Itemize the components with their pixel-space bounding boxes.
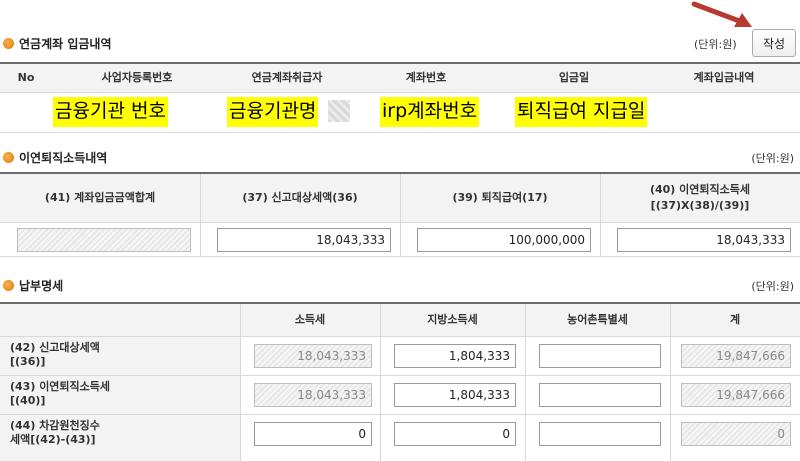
rural-tax-input[interactable]: [539, 344, 661, 368]
deferred-tax-input[interactable]: 18,043,333: [617, 228, 791, 252]
income-tax-field: 18,043,333: [254, 344, 372, 368]
section-bullet-icon: [3, 152, 14, 163]
retirement-pay-input[interactable]: 100,000,000: [417, 228, 591, 252]
divider: [0, 92, 800, 93]
col-pension-handler: 연금계좌취급자: [251, 71, 323, 84]
row-label-line: (43) 이연퇴직소득세: [10, 380, 111, 393]
divider: [0, 256, 800, 257]
income-tax-input[interactable]: 0: [254, 422, 372, 446]
unit-label: (단위:원): [751, 280, 794, 293]
col-account-number: 계좌번호: [405, 71, 447, 84]
col-deposit-date: 입금일: [558, 71, 590, 84]
col-business-number: 사업자등록번호: [101, 71, 173, 84]
highlight-irp-account: irp계좌번호: [380, 97, 480, 127]
col-income-tax: 소득세: [294, 313, 326, 326]
row-label-line: (44) 차감원천징수: [10, 419, 100, 432]
row-label-line: [(40)]: [10, 394, 46, 407]
highlight-payment-date: 퇴직급여 지급일: [515, 97, 648, 127]
divider: [0, 414, 800, 415]
total-field: 0: [681, 422, 791, 446]
divider: [0, 132, 800, 133]
blurred-text: [328, 100, 350, 122]
local-tax-input[interactable]: 1,804,333: [394, 344, 516, 368]
highlight-institution-number: 금융기관 번호: [53, 97, 168, 127]
rural-tax-input[interactable]: [539, 422, 661, 446]
unit-label: (단위:원): [694, 38, 737, 51]
section-bullet-icon: [3, 38, 14, 49]
row-label-line: [(36)]: [10, 355, 46, 368]
section-pension-deposit: 연금계좌 입금내역: [0, 34, 800, 54]
col-no: No: [17, 71, 35, 84]
section-bullet-icon: [3, 280, 14, 291]
section-title: 연금계좌 입금내역: [19, 37, 112, 51]
row-label-line: (42) 신고대상세액: [10, 341, 100, 354]
total-field: 19,847,666: [681, 344, 791, 368]
col-deferred-tax: (40) 이연퇴직소득세: [649, 183, 751, 196]
col-reported-tax: (37) 신고대상세액(36): [242, 191, 358, 204]
total-field: 19,847,666: [681, 383, 791, 407]
divider: [400, 174, 401, 256]
highlight-institution-name: 금융기관명: [227, 97, 319, 127]
reported-tax-input[interactable]: 18,043,333: [217, 228, 391, 252]
divider: [0, 375, 800, 376]
local-tax-input[interactable]: 0: [394, 422, 516, 446]
col-total: 계: [729, 313, 741, 326]
section-deferred-retirement: 이연퇴직소득내역 (단위:원): [0, 148, 800, 168]
divider: [525, 304, 526, 461]
col-retirement-pay: (39) 퇴직급여(17): [452, 191, 548, 204]
divider: [200, 174, 201, 256]
col-rural-special-tax: 농어촌특별세: [567, 313, 628, 326]
col-deferred-tax-formula: [(37)X(38)/(39)]: [650, 199, 750, 212]
col-local-income-tax: 지방소득세: [427, 313, 478, 326]
divider: [380, 304, 381, 461]
local-tax-input[interactable]: 1,804,333: [394, 383, 516, 407]
write-button[interactable]: 작성: [752, 29, 796, 57]
row-label-reported-tax: (42) 신고대상세액 [(36)]: [10, 341, 100, 369]
row-label-withholding-tax: (44) 차감원천징수 세액[(42)-(43)]: [10, 419, 100, 447]
row-label-deferred-tax: (43) 이연퇴직소득세 [(40)]: [10, 380, 110, 408]
divider: [0, 336, 800, 337]
section-title: 이연퇴직소득내역: [19, 151, 108, 165]
income-tax-field: 18,043,333: [254, 383, 372, 407]
divider: [0, 222, 800, 223]
red-arrow-annotation: [691, 1, 752, 27]
col-account-deposit-total: (41) 계좌입금금액합계: [44, 191, 156, 204]
section-title: 납부명세: [19, 279, 64, 293]
unit-label: (단위:원): [751, 152, 794, 165]
divider: [670, 304, 671, 461]
col-deposit-detail: 계좌입금내역: [693, 71, 755, 84]
account-deposit-total-field: [17, 228, 191, 252]
divider: [240, 304, 241, 461]
section-payment-details: 납부명세 (단위:원): [0, 276, 800, 296]
rural-tax-input[interactable]: [539, 383, 661, 407]
row-label-line: 세액[(42)-(43)]: [10, 433, 96, 446]
